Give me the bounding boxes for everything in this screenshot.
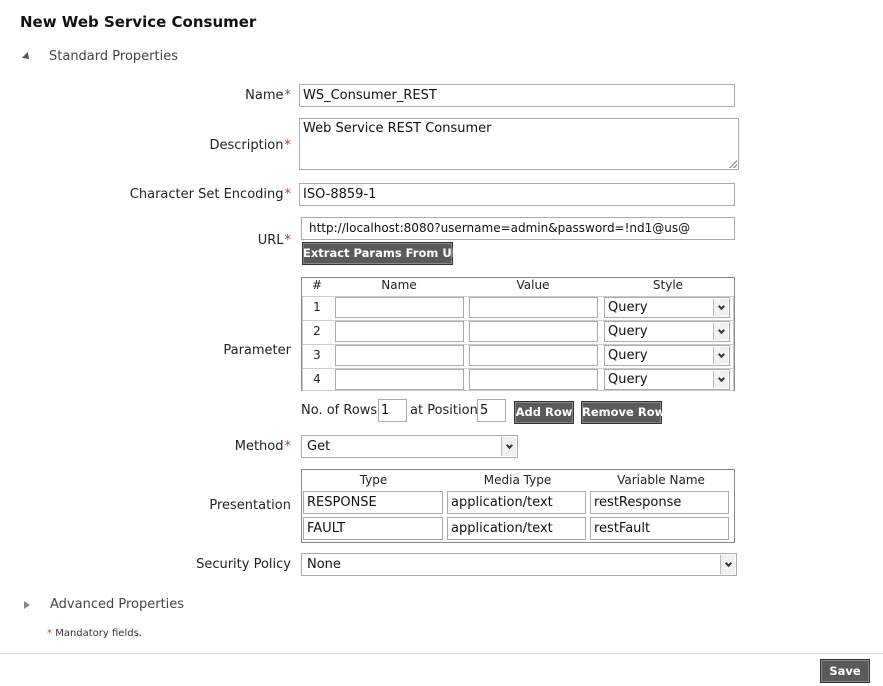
param-row-number: 1 — [313, 300, 321, 314]
name-label: Name* — [245, 88, 291, 103]
advanced-properties-label: Advanced Properties — [50, 597, 185, 612]
param-style-value: Query — [608, 372, 648, 387]
param-value-input[interactable] — [469, 321, 598, 342]
presentation-header-type: Type — [359, 473, 388, 487]
save-button[interactable]: Save — [820, 659, 870, 683]
param-name-input[interactable] — [335, 297, 464, 318]
chevron-down-icon[interactable] — [713, 371, 728, 388]
param-style-value: Query — [608, 324, 648, 339]
extract-params-button[interactable]: Extract Params From URL — [302, 242, 468, 265]
url-input[interactable]: http://localhost:8080?username=admin&pas… — [301, 217, 735, 240]
chevron-down-icon[interactable] — [713, 323, 728, 340]
presentation-label: Presentation — [209, 498, 291, 513]
param-style-select[interactable]: Query — [604, 321, 730, 342]
position-label: at Position — [410, 403, 478, 418]
param-row-number: 3 — [313, 348, 321, 362]
presentation-grid: Type Media Type Variable Name RESPONSE a… — [301, 469, 735, 543]
parameter-label: Parameter — [223, 343, 291, 358]
description-text: Web Service REST Consumer — [303, 121, 492, 136]
advanced-properties-toggle[interactable]: Advanced Properties — [22, 597, 184, 612]
expand-triangle-icon — [24, 600, 30, 609]
presentation-variable-input[interactable]: restResponse — [590, 491, 729, 514]
rows-count-input[interactable]: 1 — [378, 399, 407, 422]
presentation-type-input[interactable]: FAULT — [303, 517, 443, 540]
param-value-input[interactable] — [469, 369, 598, 390]
security-policy-select[interactable]: None — [301, 553, 737, 576]
param-value-input[interactable] — [469, 297, 598, 318]
param-header-name: Name — [381, 278, 417, 292]
chevron-down-icon[interactable] — [501, 437, 516, 456]
security-policy-label: Security Policy — [196, 557, 291, 572]
param-header-value: Value — [516, 278, 550, 292]
param-style-select[interactable]: Query — [604, 345, 730, 366]
param-style-select[interactable]: Query — [604, 297, 730, 318]
encoding-input[interactable]: ISO-8859-1 — [299, 183, 735, 206]
param-style-select[interactable]: Query — [604, 369, 730, 390]
method-label: Method* — [234, 439, 291, 454]
method-select[interactable]: Get — [301, 435, 518, 458]
param-row-number: 2 — [313, 324, 321, 338]
presentation-header-variable: Variable Name — [617, 473, 705, 487]
param-style-value: Query — [608, 300, 648, 315]
presentation-type-input[interactable]: RESPONSE — [303, 491, 443, 514]
param-row-number: 4 — [313, 372, 321, 386]
parameter-grid: # Name Value Style 1 Query 2 Query 3 Que… — [301, 277, 735, 391]
name-input[interactable]: WS_Consumer_REST — [299, 84, 735, 107]
encoding-label: Character Set Encoding* — [129, 187, 291, 202]
remove-row-button[interactable]: Remove Row — [581, 401, 665, 424]
param-header-num: # — [311, 278, 323, 292]
param-name-input[interactable] — [335, 321, 464, 342]
method-value: Get — [307, 439, 331, 454]
mandatory-note: * Mandatory fields. — [46, 628, 142, 639]
presentation-media-input[interactable]: application/text — [447, 491, 586, 514]
page-title: New Web Service Consumer — [20, 13, 257, 31]
mandatory-note-text: Mandatory fields. — [55, 628, 142, 639]
standard-properties-label: Standard Properties — [49, 49, 178, 64]
chevron-down-icon[interactable] — [713, 299, 728, 316]
rows-count-label: No. of Rows — [301, 403, 378, 418]
presentation-header-media: Media Type — [483, 473, 552, 487]
required-asterisk: * — [47, 628, 52, 639]
presentation-media-input[interactable]: application/text — [447, 517, 586, 540]
resize-grip-icon[interactable] — [729, 160, 737, 168]
param-style-value: Query — [608, 348, 648, 363]
url-label: URL* — [257, 233, 291, 248]
description-label: Description* — [209, 138, 291, 153]
chevron-down-icon[interactable] — [713, 347, 728, 364]
chevron-down-icon[interactable] — [720, 555, 735, 574]
param-name-input[interactable] — [335, 345, 464, 366]
add-row-button[interactable]: Add Row — [514, 401, 574, 424]
description-textarea[interactable]: Web Service REST Consumer — [299, 118, 739, 170]
param-header-style: Style — [652, 278, 684, 292]
security-policy-value: None — [307, 557, 341, 572]
position-input[interactable]: 5 — [477, 399, 506, 422]
footer-divider — [0, 653, 883, 654]
param-value-input[interactable] — [469, 345, 598, 366]
standard-properties-toggle[interactable]: Standard Properties — [22, 49, 178, 64]
collapse-triangle-icon — [22, 51, 32, 62]
presentation-variable-input[interactable]: restFault — [590, 517, 729, 540]
param-name-input[interactable] — [335, 369, 464, 390]
